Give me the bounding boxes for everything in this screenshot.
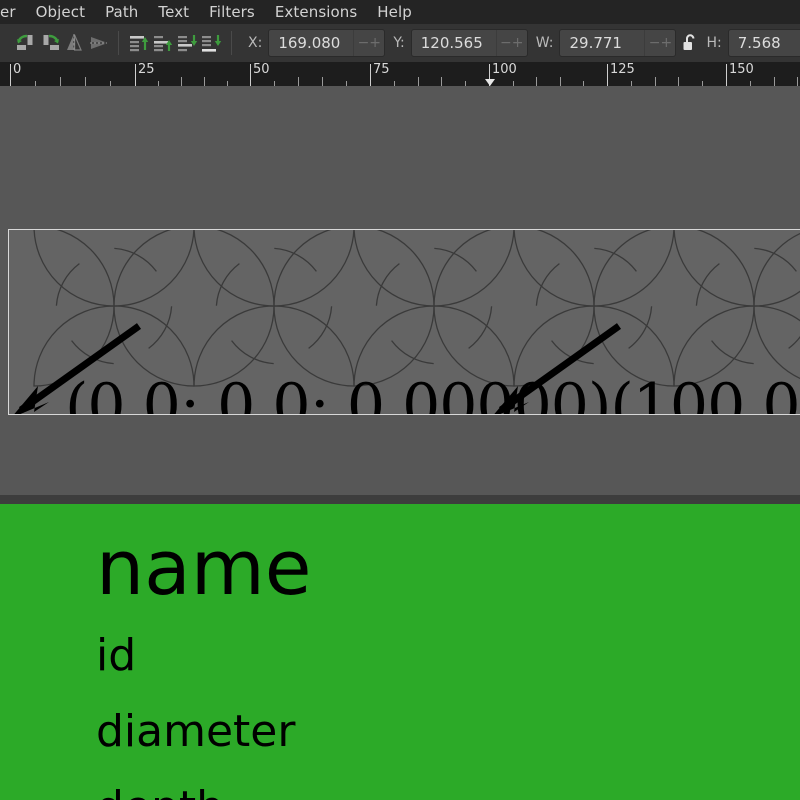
ruler-label: 75 [373,62,390,77]
menu-item-text[interactable]: Text [148,0,199,24]
lock-ratio-icon[interactable] [682,29,698,57]
panel-item-diameter[interactable]: diameter [96,708,295,756]
x-field[interactable]: 169.080 −+ [268,29,386,57]
ruler-minor-tick [204,77,205,86]
y-field-group: Y: 120.565 −+ [385,29,528,57]
ruler-label: 125 [610,62,635,77]
width-field-stepper[interactable]: −+ [644,30,675,56]
lower-icon[interactable] [176,28,198,58]
ruler-minor-tick [418,77,419,86]
canvas-area[interactable]: (0.0; 0.0; 0.00000)(100.0; 0.0 [0,86,800,504]
menu-item-help[interactable]: Help [367,0,422,24]
ruler-minor-tick [298,77,299,86]
ruler-minor-tick [85,77,86,86]
ruler-minor-tick [774,77,775,86]
ruler-label: 25 [138,62,155,77]
flower-tile[interactable] [33,230,195,387]
menu-item-extensions[interactable]: Extensions [265,0,367,24]
panel-item-id[interactable]: id [96,632,136,680]
tool-controls-bar: X: 169.080 −+ Y: 120.565 −+ W: 29.771 −+ [0,24,800,63]
menu-item-object[interactable]: Object [26,0,95,24]
width-field-label: W: [535,35,554,51]
flower-tile[interactable] [673,230,800,387]
flower-tile[interactable] [193,230,355,387]
flip-vertical-icon[interactable] [87,28,109,58]
flower-tile[interactable] [353,230,515,387]
artwork-text-label[interactable]: (0.0; 0.0; 0.00000)(100.0; 0.0 [65,376,800,414]
x-field-value[interactable]: 169.080 [269,30,353,56]
document-page[interactable]: (0.0; 0.0; 0.00000)(100.0; 0.0 [8,229,800,415]
height-field-group: H: 7.568 [698,29,800,57]
y-field-value[interactable]: 120.565 [412,30,496,56]
lower-to-bottom-icon[interactable] [200,28,222,58]
ruler-cursor-marker [485,79,495,86]
y-field-stepper[interactable]: −+ [495,30,527,56]
ruler-minor-tick [678,77,679,86]
ruler-label: 0 [13,62,22,77]
ruler-label: 50 [253,62,270,77]
panel-separator [0,495,800,504]
ruler-minor-tick [441,77,442,86]
ruler-minor-tick [797,77,798,86]
ruler-minor-tick [536,77,537,86]
width-field-value[interactable]: 29.771 [560,30,644,56]
x-field-stepper[interactable]: −+ [353,30,384,56]
raise-to-top-icon[interactable] [128,28,150,58]
menu-item-layer[interactable]: er [0,0,26,24]
rotate-cw-icon[interactable] [39,28,61,58]
y-field-label: Y: [393,35,405,51]
menu-item-path[interactable]: Path [95,0,148,24]
y-field[interactable]: 120.565 −+ [410,29,528,57]
green-info-panel: name id diameter depth [0,504,800,800]
toolbar-separator [118,31,119,55]
petal-vein-path [788,335,800,349]
menu-bar: er Object Path Text Filters Extensions H… [0,0,800,24]
ruler-minor-tick [322,77,323,86]
ruler-minor-tick [60,77,61,86]
ruler-minor-tick [181,77,182,86]
flower-tile[interactable] [513,230,675,387]
menu-item-filters[interactable]: Filters [199,0,265,24]
ruler-label: 150 [729,62,754,77]
height-field-label: H: [706,35,722,51]
ruler-minor-tick [655,77,656,86]
width-field-group: W: 29.771 −+ [528,29,677,57]
x-field-group: X: 169.080 −+ [240,29,386,57]
horizontal-ruler[interactable]: 0 25 50 75 100 125 150 [0,62,800,87]
width-field[interactable]: 29.771 −+ [559,29,677,57]
height-field-value[interactable]: 7.568 [729,30,800,56]
panel-title: name [96,523,312,612]
application-window: er Object Path Text Filters Extensions H… [0,0,800,800]
ruler-minor-tick [560,77,561,86]
panel-item-depth[interactable]: depth [96,784,224,800]
height-field[interactable]: 7.568 [727,29,800,57]
ruler-label: 100 [492,62,517,77]
toolbar-separator [231,31,232,55]
rotate-ccw-icon[interactable] [15,28,37,58]
raise-icon[interactable] [152,28,174,58]
x-field-label: X: [248,35,263,51]
flip-horizontal-icon[interactable] [63,28,85,58]
